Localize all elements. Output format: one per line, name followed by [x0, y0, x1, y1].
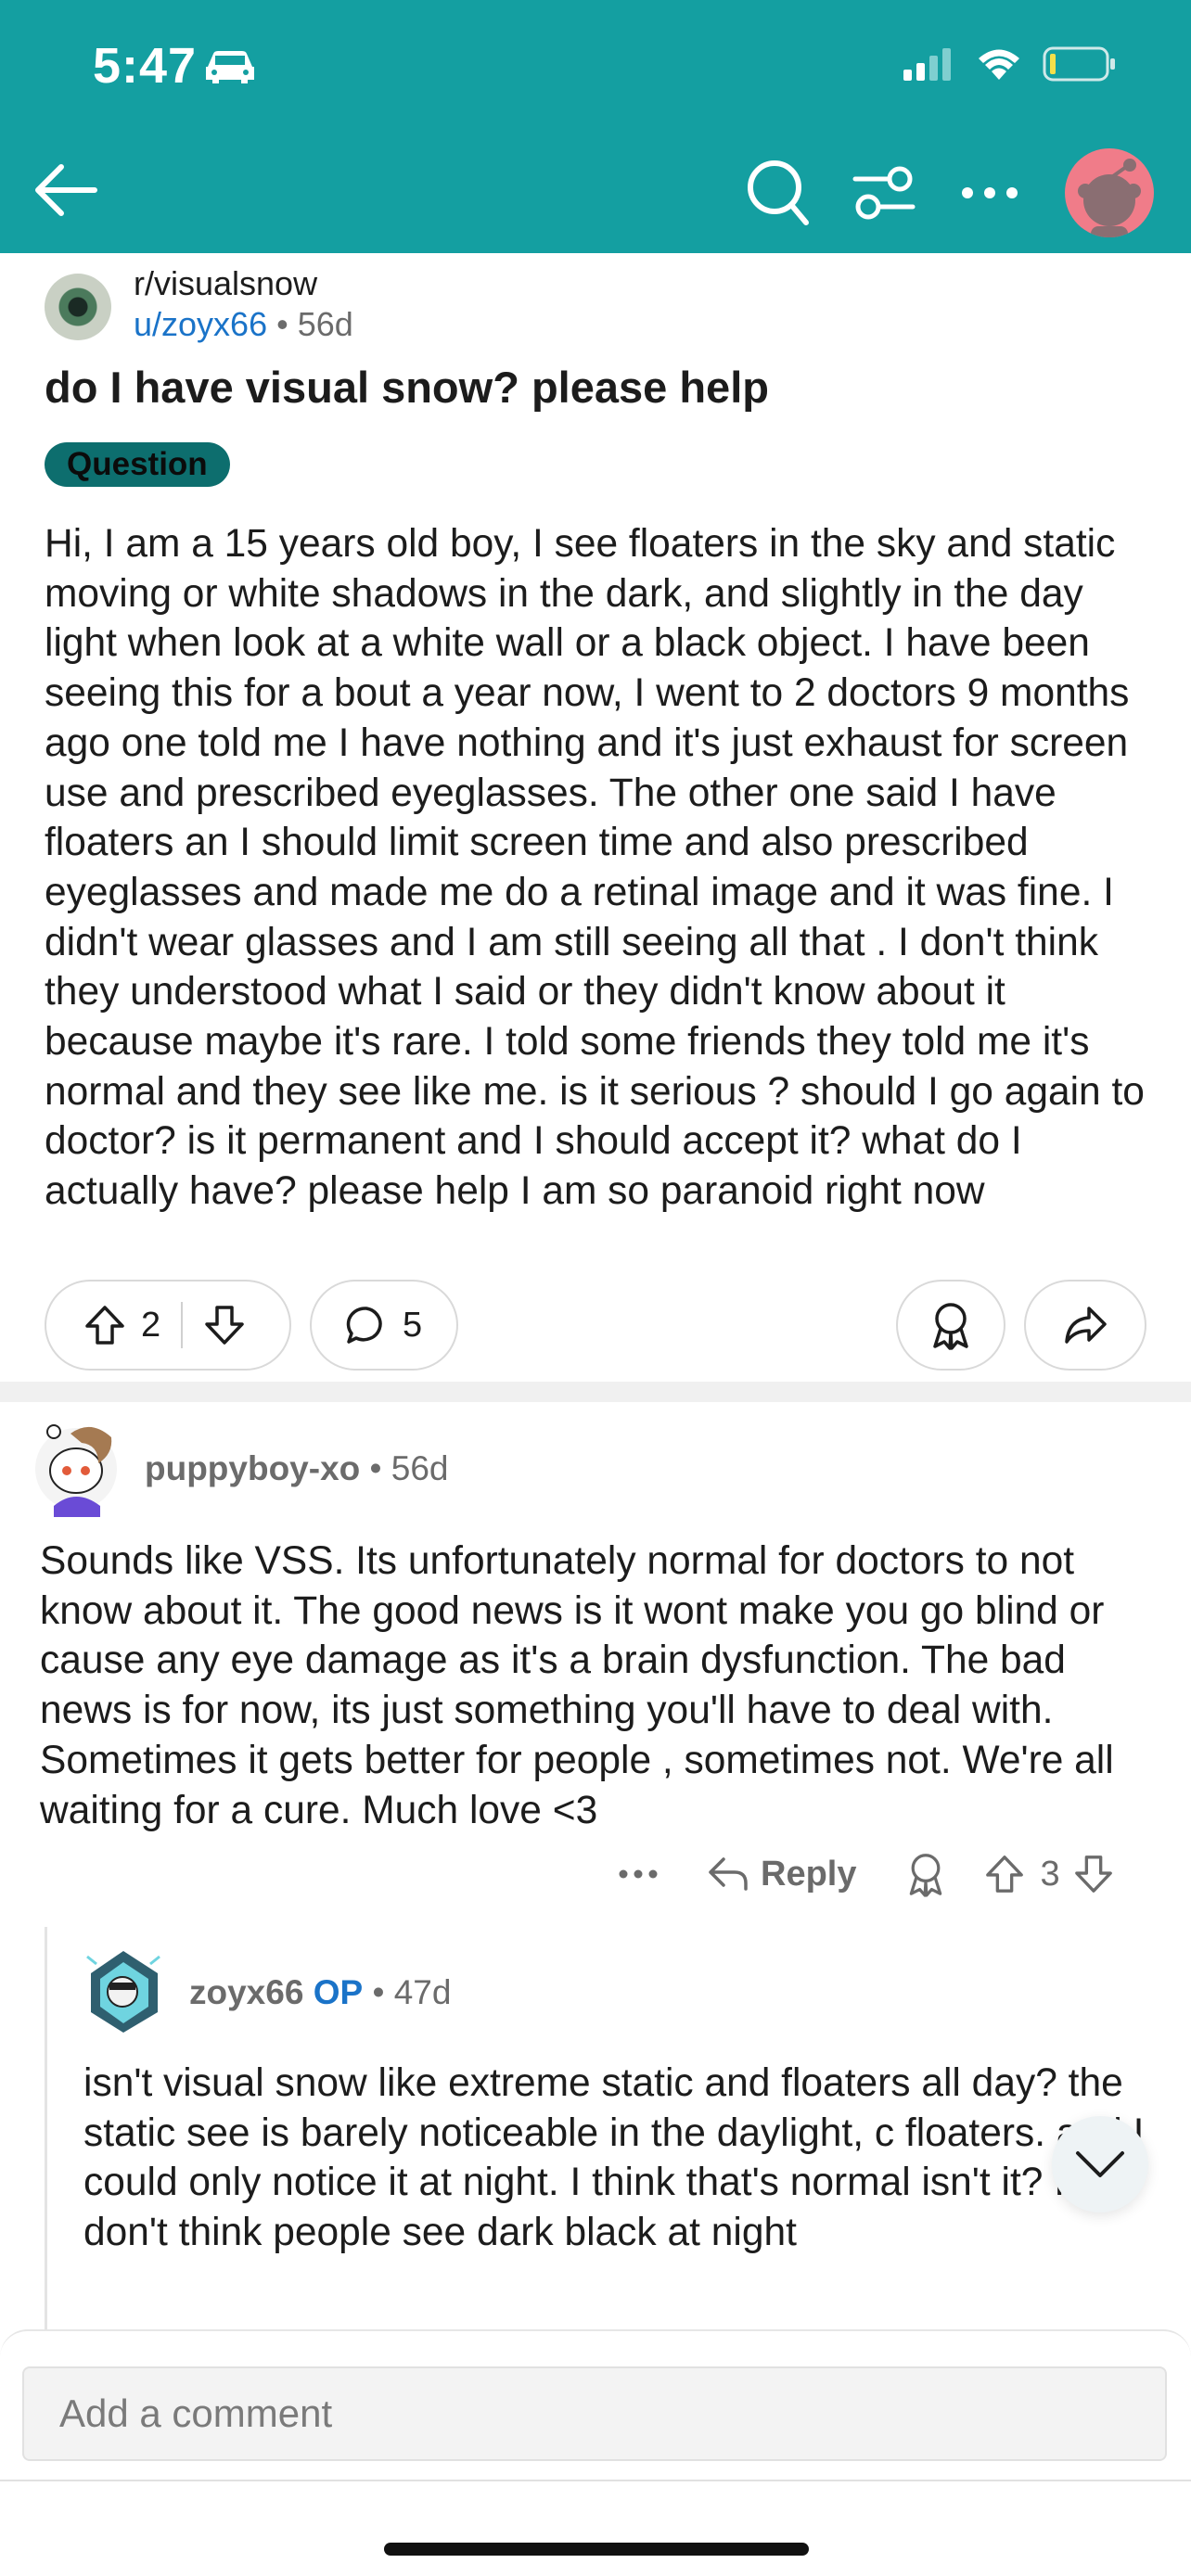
downvote-icon[interactable] [203, 1304, 246, 1346]
sort-filter-icon [852, 166, 916, 220]
next-comment-button[interactable] [1052, 2116, 1148, 2213]
add-comment-input[interactable]: Add a comment [22, 2366, 1167, 2461]
wifi-icon [979, 49, 1019, 80]
battery-icon [1043, 46, 1115, 82]
post-meta: r/visualsnow u/zoyx66 • 56d [45, 264, 353, 346]
comment-bubble-icon [346, 1307, 382, 1344]
snoo-avatar-icon [1078, 159, 1141, 237]
comment-composer-bar: Add a comment [0, 2329, 1191, 2576]
op-badge: OP [313, 1973, 364, 2011]
header-actions [714, 148, 1154, 237]
vote-control: 2 [45, 1280, 291, 1371]
downvote-icon[interactable] [1073, 1854, 1114, 1894]
upvote-icon[interactable] [984, 1854, 1025, 1894]
user-avatar[interactable] [1065, 148, 1154, 237]
award-button[interactable] [896, 1280, 1005, 1371]
post-author-row: u/zoyx66 • 56d [134, 303, 353, 346]
thread-line[interactable] [45, 1927, 47, 2335]
reply-label: Reply [761, 1854, 857, 1894]
post-comment-count: 5 [403, 1305, 423, 1345]
award-icon [933, 1303, 968, 1350]
comment-author[interactable]: zoyx66 [189, 1973, 303, 2011]
more-horizontal-icon[interactable] [618, 1868, 659, 1880]
composer-divider [0, 2480, 1191, 2481]
post-vote-count: 2 [141, 1305, 161, 1345]
comments-button[interactable]: 5 [310, 1280, 458, 1371]
status-time: 5:47 [93, 38, 198, 94]
post-age: 56d [297, 305, 353, 343]
comment-body: isn't visual snow like extreme static an… [83, 2061, 1145, 2255]
separator-dot: • [372, 1973, 394, 2011]
post-action-bar: 2 5 [45, 1280, 1146, 1371]
section-divider [0, 1382, 1191, 1402]
vote-divider [181, 1302, 184, 1348]
back-arrow-icon[interactable] [33, 158, 98, 223]
chevron-down-icon [1076, 2151, 1124, 2177]
comment-author-row: puppyboy-xo • 56d [145, 1449, 449, 1488]
comment-age: 47d [393, 1973, 452, 2011]
status-indicators [903, 46, 1117, 82]
more-horizontal-icon [962, 187, 1018, 198]
more-options-button[interactable] [948, 151, 1031, 235]
comment-author-row: zoyx66 OP • 47d [189, 1973, 451, 2012]
flair-label: Question [67, 446, 208, 482]
comment-body: Sounds like VSS. Its unfortunately norma… [40, 1539, 1114, 1832]
comment-actions: Reply 3 [618, 1851, 1114, 1897]
top-app-bar: 5:47 [0, 0, 1191, 253]
post-title: do I have visual snow? please help [45, 363, 769, 412]
car-icon [206, 51, 254, 83]
separator-dot: • [369, 1449, 391, 1487]
post-meta-text: r/visualsnow u/zoyx66 • 56d [134, 264, 353, 346]
share-arrow-icon [1065, 1307, 1107, 1344]
comment-author[interactable]: puppyboy-xo [145, 1449, 360, 1487]
reply-arrow-icon [709, 1857, 748, 1891]
commenter-avatar[interactable] [82, 1945, 165, 2034]
search-icon [748, 160, 809, 225]
add-comment-placeholder: Add a comment [59, 2391, 333, 2435]
signal-icon [903, 48, 951, 81]
search-button[interactable] [736, 151, 820, 235]
share-button[interactable] [1024, 1280, 1146, 1371]
subreddit-avatar[interactable] [45, 274, 111, 340]
reply-button[interactable]: Reply [707, 1855, 856, 1894]
award-icon[interactable] [904, 1851, 947, 1897]
comment-age: 56d [391, 1449, 449, 1487]
separator-dot: • [276, 305, 298, 343]
post-author[interactable]: u/zoyx66 [134, 305, 267, 343]
post-body: Hi, I am a 15 years old boy, I see float… [45, 522, 1145, 1214]
sort-button[interactable] [842, 151, 926, 235]
subreddit-name[interactable]: r/visualsnow [134, 264, 353, 303]
comment-vote-count: 3 [1040, 1854, 1060, 1894]
post-flair[interactable]: Question [45, 442, 230, 487]
home-indicator[interactable] [384, 2543, 809, 2556]
upvote-icon[interactable] [83, 1304, 126, 1346]
commenter-avatar[interactable] [33, 1417, 122, 1519]
